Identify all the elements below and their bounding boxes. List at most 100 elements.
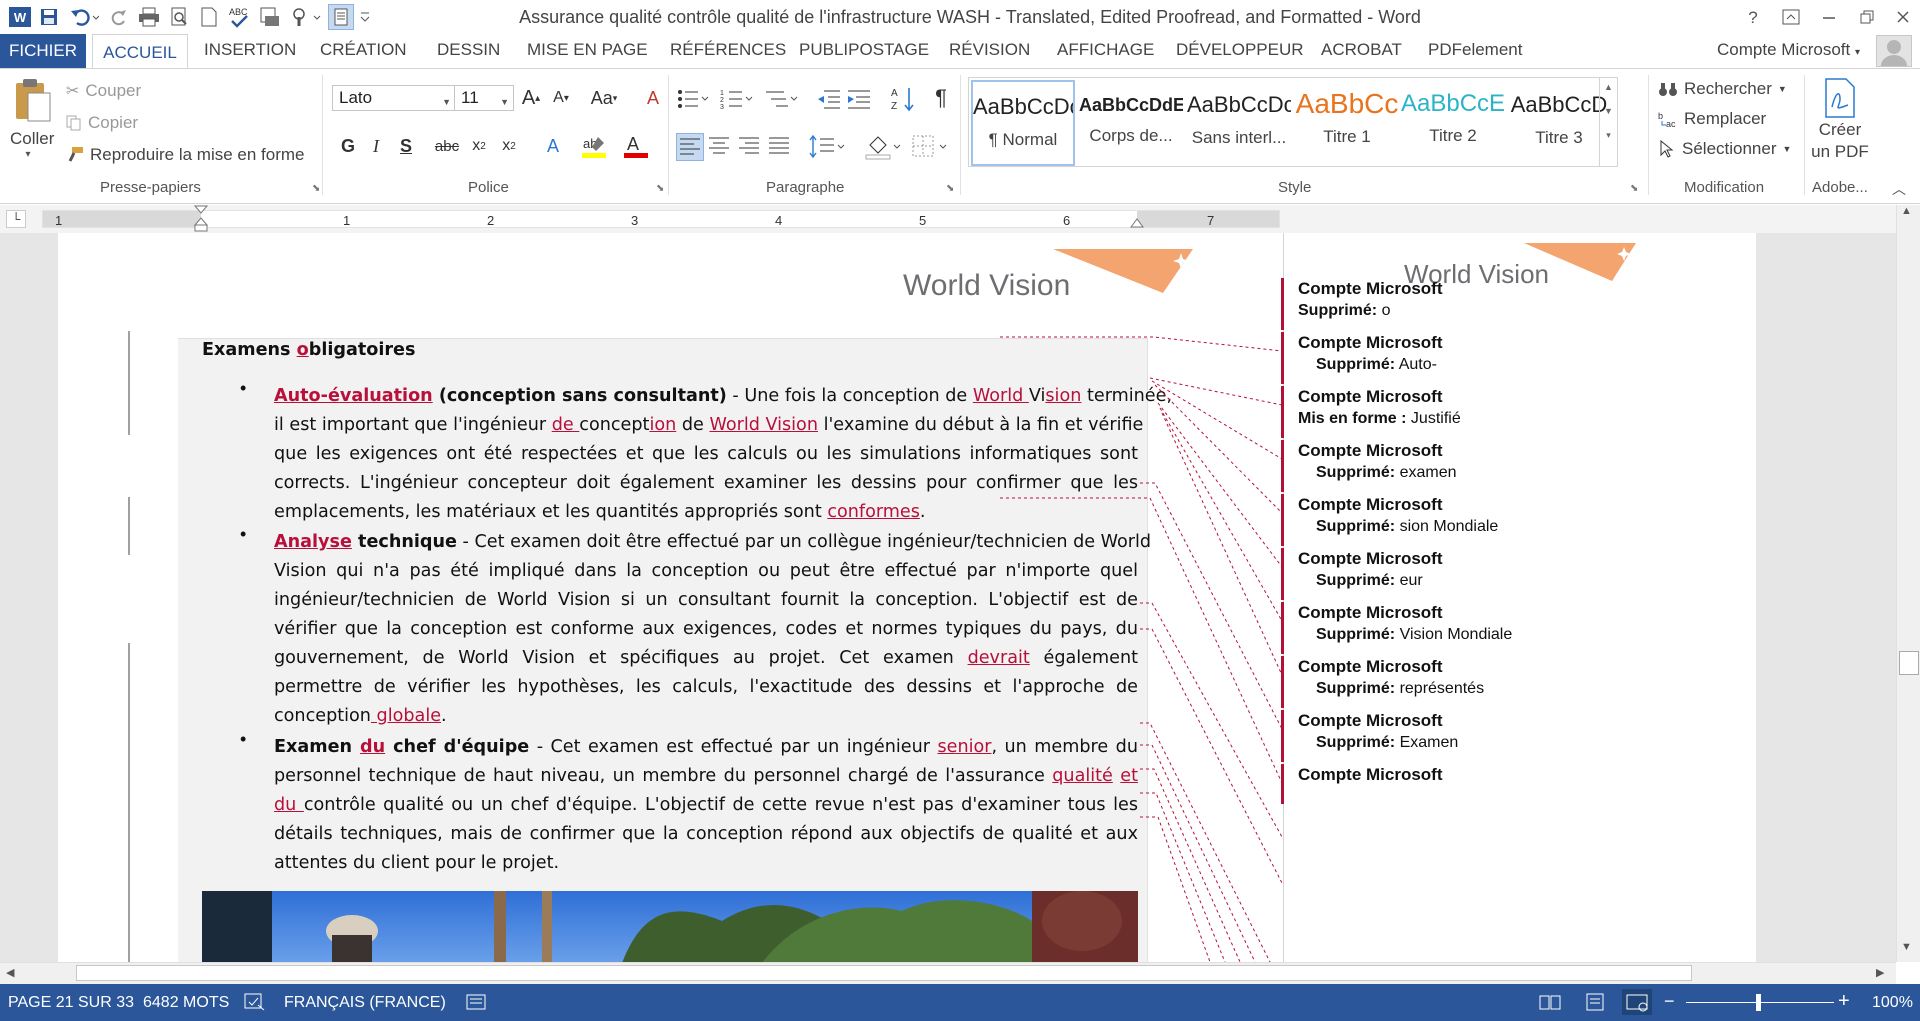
scroll-down-icon[interactable]: ▼ (1901, 941, 1912, 953)
vertical-scroll-thumb[interactable] (1899, 651, 1919, 675)
account-name[interactable]: Compte Microsoft ▾ (1717, 40, 1860, 60)
zoom-slider-thumb[interactable] (1756, 994, 1761, 1011)
ribbon-display-options-icon[interactable] (1774, 2, 1808, 32)
font-name-combo[interactable]: Lato ▼ (332, 85, 456, 111)
find-button[interactable]: Rechercher ▼ (1658, 79, 1787, 99)
tab-selector-icon[interactable]: └ (6, 210, 26, 228)
tab-pdfelement[interactable]: PDFelement (1428, 40, 1522, 60)
avatar[interactable] (1876, 35, 1912, 67)
increase-indent-icon[interactable] (846, 87, 872, 111)
font-color-icon[interactable]: A (622, 133, 656, 161)
align-right-icon[interactable] (736, 133, 764, 161)
styles-scroll[interactable]: ▲ ▼ ▾ (1599, 78, 1617, 166)
read-mode-icon[interactable] (1538, 993, 1562, 1011)
minimize-icon[interactable] (1812, 2, 1846, 32)
tab-draw[interactable]: DESSIN (437, 40, 500, 60)
sort-icon[interactable]: AZ (890, 85, 916, 113)
scroll-left-icon[interactable]: ◀ (6, 966, 14, 979)
style-normal[interactable]: AaBbCcDc ¶ Normal (971, 80, 1075, 166)
customize-qat-icon[interactable] (356, 4, 374, 30)
horizontal-scroll-thumb[interactable] (76, 965, 1692, 981)
cut-button[interactable]: ✂ Couper (66, 81, 141, 101)
bold-icon[interactable]: G (335, 133, 361, 159)
vertical-scrollbar[interactable]: ▲ ▼ (1896, 205, 1920, 962)
revision-balloon[interactable]: Compte Microsoft Supprimé: sion Mondiale (1281, 494, 1721, 546)
tab-insert[interactable]: INSERTION (204, 40, 296, 60)
word-app-icon[interactable]: W (6, 4, 34, 30)
show-formatting-marks-icon[interactable]: ¶ (928, 85, 954, 111)
tab-references[interactable]: RÉFÉRENCES (670, 40, 786, 60)
multilevel-list-icon[interactable] (764, 87, 800, 111)
style-no-spacing[interactable]: AaBbCcDc Sans interl... (1187, 80, 1291, 166)
right-indent-marker[interactable] (1130, 217, 1144, 229)
borders-icon[interactable] (910, 133, 950, 161)
layout-icon[interactable] (328, 4, 354, 30)
scroll-down-icon[interactable]: ▼ (1600, 106, 1617, 116)
paragraph-launcher-icon[interactable]: ⬊ (946, 183, 954, 194)
paste-button[interactable]: Coller ▾ (10, 77, 54, 177)
tab-file[interactable]: FICHIER (0, 34, 86, 68)
underline-icon[interactable]: S (393, 133, 419, 159)
print-preview-icon[interactable] (166, 4, 192, 30)
scroll-up-icon[interactable]: ▲ (1600, 82, 1617, 92)
ruler-strip[interactable]: 1 1 2 3 4 5 6 7 (42, 210, 1280, 228)
help-icon[interactable]: ? (1736, 2, 1770, 32)
replace-button[interactable]: b ac Remplacer (1658, 109, 1766, 129)
select-button[interactable]: Sélectionner ▼ (1658, 139, 1791, 159)
create-pdf-button[interactable]: Créer un PDF (1810, 77, 1870, 177)
tab-home[interactable]: ACCUEIL (92, 34, 188, 70)
text-effects-icon[interactable]: A (540, 133, 566, 159)
word-count[interactable]: 6482 MOTS (143, 994, 229, 1012)
justify-icon[interactable] (766, 133, 794, 161)
tab-mailings[interactable]: PUBLIPOSTAGE (799, 40, 929, 60)
style-heading-3[interactable]: AaBbCcD Titre 3 (1507, 80, 1611, 166)
revision-balloon[interactable]: Compte Microsoft Supprimé: représentés (1281, 656, 1721, 708)
proofing-icon[interactable] (244, 993, 266, 1011)
shading-icon[interactable] (864, 133, 904, 161)
align-center-icon[interactable] (706, 133, 734, 161)
zoom-level[interactable]: 100% (1872, 994, 1913, 1012)
numbering-icon[interactable]: 123 (720, 87, 756, 111)
shrink-font-icon[interactable]: A ▾ (548, 85, 574, 111)
tab-acrobat[interactable]: ACROBAT (1321, 40, 1402, 60)
collapse-ribbon-icon[interactable]: ︿ (1892, 179, 1906, 199)
strikethrough-icon[interactable]: abc (432, 133, 462, 159)
page-count[interactable]: PAGE 21 SUR 33 (8, 994, 134, 1012)
align-left-icon[interactable] (676, 133, 704, 161)
revision-balloon[interactable]: Compte Microsoft Supprimé: Auto- (1281, 332, 1721, 384)
style-body-text[interactable]: AaBbCcDdE Corps de... (1079, 80, 1183, 166)
print-icon[interactable] (136, 4, 162, 30)
copy-button[interactable]: Copier (66, 113, 138, 133)
zoom-in-icon[interactable]: + (1838, 990, 1850, 1013)
first-line-indent-marker[interactable] (194, 205, 208, 233)
touch-mode-icon[interactable] (288, 4, 324, 30)
close-icon[interactable] (1886, 2, 1920, 32)
new-document-icon[interactable] (196, 4, 222, 30)
undo-icon[interactable] (66, 4, 102, 30)
save-icon[interactable] (36, 4, 62, 30)
superscript-icon[interactable]: x2 (496, 133, 522, 159)
revision-balloon[interactable]: Compte Microsoft (1281, 764, 1721, 804)
bullets-icon[interactable] (676, 87, 712, 111)
styles-launcher-icon[interactable]: ⬊ (1630, 183, 1638, 194)
revision-balloon[interactable]: Compte Microsoft Supprimé: examen (1281, 440, 1721, 492)
clear-formatting-icon[interactable]: A (640, 85, 666, 111)
tab-view[interactable]: AFFICHAGE (1057, 40, 1154, 60)
revision-balloon[interactable]: Compte Microsoft Supprimé: eur (1281, 548, 1721, 600)
scroll-up-icon[interactable]: ▲ (1901, 205, 1912, 217)
scroll-right-icon[interactable]: ▶ (1876, 966, 1884, 979)
font-size-combo[interactable]: 11 ▼ (454, 85, 514, 111)
language-status[interactable]: FRANÇAIS (FRANCE) (284, 994, 446, 1012)
line-spacing-icon[interactable] (808, 133, 848, 161)
clipboard-launcher-icon[interactable]: ⬊ (312, 183, 320, 194)
horizontal-scrollbar[interactable]: ◀ ▶ (0, 962, 1896, 984)
tab-review[interactable]: RÉVISION (949, 40, 1030, 60)
subscript-icon[interactable]: x2 (466, 133, 492, 159)
style-heading-2[interactable]: AaBbCcE Titre 2 (1401, 80, 1505, 166)
font-launcher-icon[interactable]: ⬊ (656, 183, 664, 194)
restore-icon[interactable] (1850, 2, 1884, 32)
revision-balloon[interactable]: Compte Microsoft Mis en forme : Justifié (1281, 386, 1721, 438)
document-photo[interactable] (202, 891, 1138, 962)
macro-recording-icon[interactable] (466, 993, 488, 1011)
tab-developer[interactable]: DÉVELOPPEUR (1176, 40, 1304, 60)
